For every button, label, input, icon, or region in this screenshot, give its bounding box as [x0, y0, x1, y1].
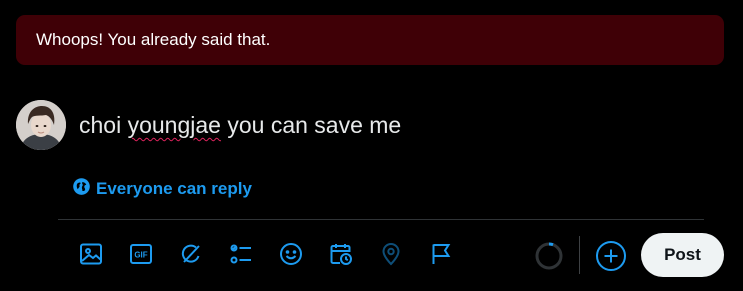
- avatar[interactable]: [16, 100, 66, 150]
- flag-icon: [429, 242, 453, 271]
- location-button: [374, 240, 407, 273]
- composer-frame: Whoops! You already said that. choi youn…: [0, 0, 743, 291]
- post-text-part: you can save me: [220, 112, 402, 138]
- add-post-button[interactable]: [595, 240, 627, 272]
- reply-setting-label: Everyone can reply: [96, 179, 252, 198]
- tag-button[interactable]: [424, 240, 457, 273]
- post-button[interactable]: Post: [641, 233, 724, 277]
- post-text-input[interactable]: choi youngjae you can save me: [79, 110, 401, 140]
- gif-icon: GIF: [129, 242, 153, 271]
- character-count-progress: [534, 241, 564, 271]
- post-text-part: choi: [79, 112, 128, 138]
- error-toast: Whoops! You already said that.: [16, 15, 724, 65]
- toolbar-separator: [579, 236, 580, 274]
- emoji-button[interactable]: [274, 240, 307, 273]
- gif-text: GIF: [134, 250, 147, 259]
- gif-button[interactable]: GIF: [124, 240, 157, 273]
- schedule-button[interactable]: [324, 240, 357, 273]
- grok-icon: [179, 242, 203, 271]
- location-icon: [379, 242, 403, 271]
- reply-setting-button[interactable]: Everyone can reply: [72, 178, 252, 200]
- misspelled-word: youngjae: [127, 112, 221, 138]
- schedule-icon: [329, 242, 353, 271]
- poll-icon: [229, 242, 253, 271]
- divider: [58, 219, 704, 220]
- emoji-icon: [279, 242, 303, 271]
- composer-toolbar: GIF: [74, 238, 474, 274]
- grok-button[interactable]: [174, 240, 207, 273]
- image-icon: [79, 242, 103, 271]
- plus-icon: [595, 241, 627, 276]
- media-button[interactable]: [74, 240, 107, 273]
- error-toast-message: Whoops! You already said that.: [36, 30, 271, 49]
- poll-button[interactable]: [224, 240, 257, 273]
- globe-icon: [72, 177, 91, 201]
